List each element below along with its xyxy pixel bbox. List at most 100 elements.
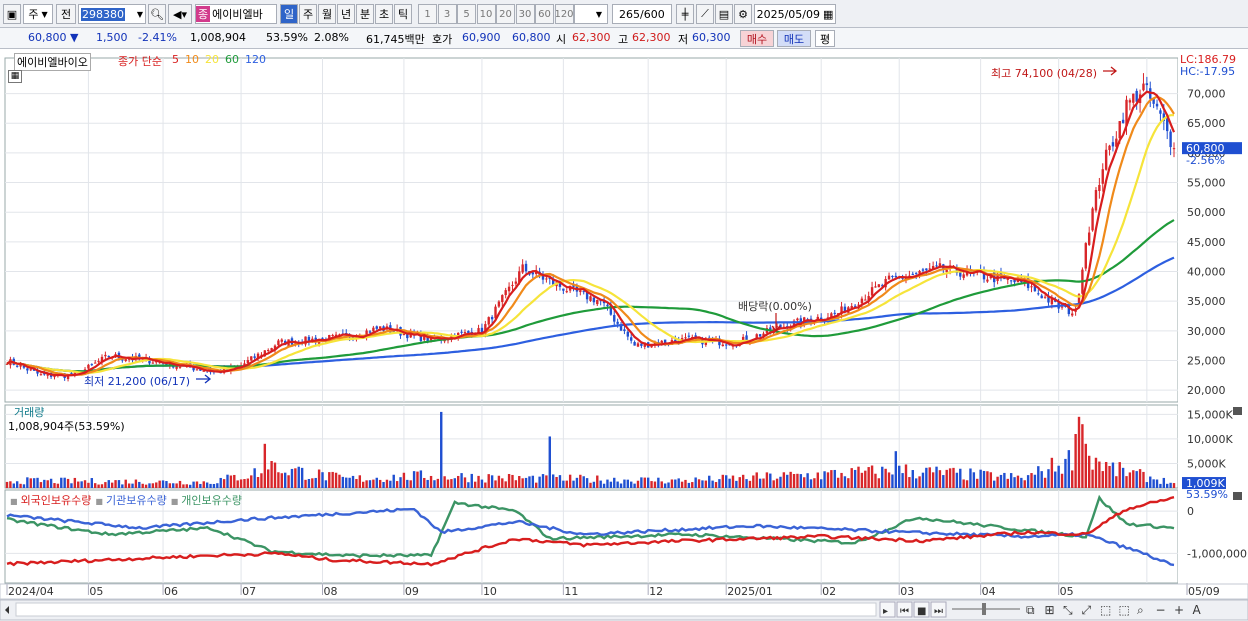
volume-bar	[501, 478, 504, 488]
count-input[interactable]: 265/600	[612, 4, 672, 24]
open-label: 시	[556, 33, 567, 46]
holdings-legend: ■ 외국인보유수량 ■ 기관보유수량 ■ 개인보유수량	[6, 492, 242, 508]
market-select[interactable]: 주 ▼	[23, 4, 53, 24]
volume-bar	[772, 480, 775, 488]
candle-body	[104, 354, 107, 357]
avg-button[interactable]: 평	[815, 30, 835, 47]
volume-bar	[460, 473, 463, 488]
speaker-icon[interactable]: ◀▾	[168, 4, 192, 24]
volume-bar	[565, 480, 568, 488]
open-price: 62,300	[572, 31, 611, 44]
candle-body	[1084, 243, 1087, 269]
volume-bar	[1030, 473, 1033, 488]
volume-bar	[70, 483, 73, 488]
grid-toggle-icon[interactable]: ▦	[8, 70, 22, 83]
period-tab-4[interactable]: 분	[356, 4, 374, 24]
volume-bar	[1047, 469, 1050, 488]
interval-button-120[interactable]: 120	[554, 4, 574, 24]
volume-bar	[680, 481, 684, 488]
panel-close-icon	[1233, 407, 1242, 415]
candle-body	[864, 299, 867, 301]
buy-button[interactable]: 매수	[740, 30, 774, 47]
volume-bar	[623, 479, 626, 488]
volume-bar	[185, 484, 188, 488]
volume-bar	[558, 475, 562, 488]
period-tab-2[interactable]: 월	[318, 4, 336, 24]
period-tab-5[interactable]: 초	[375, 4, 393, 24]
candle-body	[463, 332, 467, 334]
volume-bar	[531, 475, 535, 488]
volume-bar	[1026, 475, 1030, 488]
volume-bar	[860, 472, 864, 488]
gear-icon[interactable]: ⚙	[734, 4, 752, 24]
volume-bar	[1152, 479, 1155, 488]
save-icon[interactable]: ▤	[715, 4, 733, 24]
month-label: 2025/01	[727, 585, 773, 598]
volume-bar	[1009, 473, 1013, 488]
interval-select[interactable]: ▼	[574, 4, 608, 24]
volume-bar	[1087, 455, 1091, 488]
chart-area[interactable]: 70,00065,00060,00055,00050,00045,00040,0…	[0, 50, 1248, 621]
volume-bar	[874, 473, 877, 488]
volume-bar	[331, 471, 334, 488]
zoom-tool-icon-1: ⊞	[1045, 603, 1055, 617]
chevron-down-icon[interactable]: ▼	[137, 10, 145, 19]
candle-body	[1101, 169, 1104, 184]
interval-button-30[interactable]: 30	[515, 4, 535, 24]
period-tab-0[interactable]: 일	[280, 4, 298, 24]
candle-body	[1091, 208, 1094, 231]
volume-bar	[114, 480, 117, 488]
date-input[interactable]: 2025/05/09 ▦	[754, 4, 836, 24]
volume-bar	[728, 478, 731, 488]
volume-bar	[110, 482, 114, 488]
volume-bar	[324, 480, 328, 488]
volume-bar	[1142, 471, 1145, 488]
interval-button-1[interactable]: 1	[418, 4, 437, 24]
volume-bar	[9, 481, 12, 488]
volume-bar	[755, 472, 758, 488]
candle-body	[640, 343, 643, 346]
search-icon[interactable]: 🔍︎	[148, 4, 166, 24]
volume-bar	[165, 481, 168, 488]
interval-button-5[interactable]: 5	[457, 4, 476, 24]
candle-body	[921, 269, 925, 271]
month-label: 05	[1060, 585, 1074, 598]
volume-bar	[385, 479, 389, 488]
window-icon[interactable]: ▣	[3, 4, 21, 24]
interval-button-60[interactable]: 60	[535, 4, 554, 24]
volume-bar	[1135, 471, 1138, 488]
volume-bar	[1016, 475, 1020, 488]
price-change-pct: -2.41%	[138, 31, 177, 44]
period-tab-1[interactable]: 주	[299, 4, 317, 24]
volume-bar	[721, 474, 725, 488]
interval-button-20[interactable]: 20	[496, 4, 515, 24]
volume-bar	[989, 472, 993, 488]
volume-bar	[287, 475, 290, 488]
candle-icon[interactable]: ╪	[676, 4, 694, 24]
volume-bar	[138, 481, 141, 488]
month-label: 10	[483, 585, 497, 598]
candle-body	[39, 374, 43, 376]
candle-body	[1111, 142, 1115, 147]
volume-bar	[253, 468, 256, 488]
volume-bar	[646, 477, 650, 488]
line-tool-icon[interactable]: ⟋	[696, 4, 714, 24]
dividend-annotation: 배당락(0.00%)	[738, 300, 812, 313]
current-pct-label: -2.56%	[1186, 154, 1225, 167]
sell-button[interactable]: 매도	[777, 30, 811, 47]
volume-bar	[857, 466, 860, 488]
month-label: 11	[564, 585, 578, 598]
candle-body	[368, 331, 372, 333]
calendar-icon[interactable]: ▦	[823, 8, 833, 21]
period-tab-3[interactable]: 년	[337, 4, 355, 24]
prev-button[interactable]: 전	[56, 4, 76, 24]
code-input[interactable]: 298380 ▼	[78, 4, 146, 24]
candle-body	[935, 265, 938, 267]
candle-body	[626, 331, 630, 337]
interval-button-3[interactable]: 3	[437, 4, 457, 24]
volume-bar	[94, 483, 97, 488]
interval-button-10[interactable]: 10	[476, 4, 496, 24]
period-tab-6[interactable]: 틱	[394, 4, 412, 24]
stock-name-box[interactable]: 종 에이비엘바	[195, 4, 277, 24]
low-price: 60,300	[692, 31, 731, 44]
